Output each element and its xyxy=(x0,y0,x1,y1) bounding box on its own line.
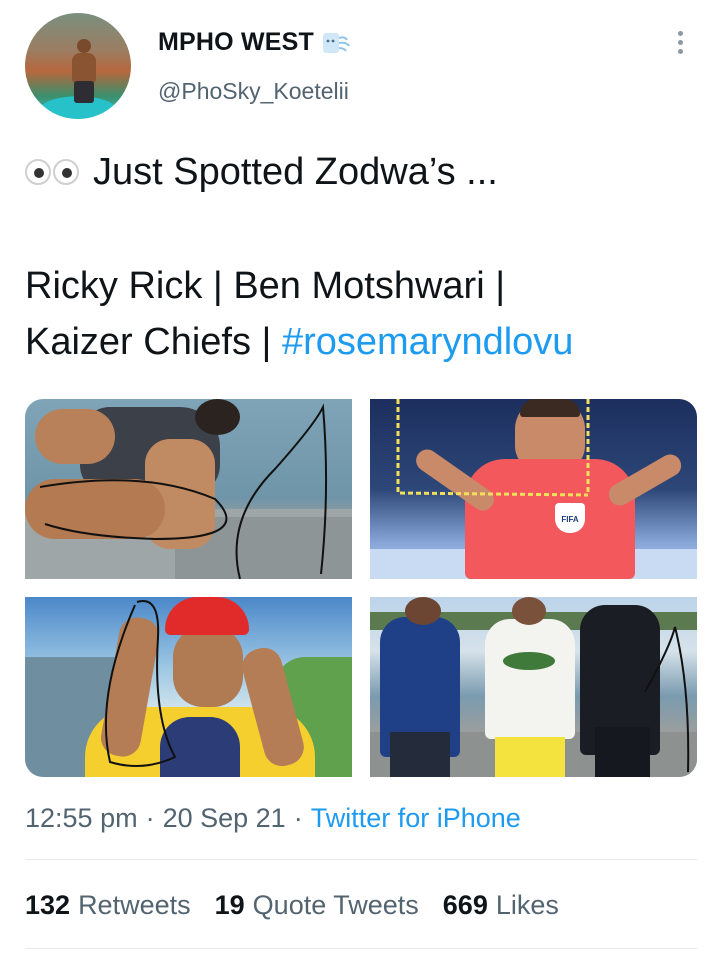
likes-count: 669 xyxy=(442,890,488,920)
quote-tweets-stat[interactable]: 19 Quote Tweets xyxy=(215,890,419,921)
tweet-stats: 132 Retweets 19 Quote Tweets 669 Likes xyxy=(25,890,559,921)
author-display-name[interactable]: MPHO WEST xyxy=(158,28,314,57)
tweet-text-line-3: Kaizer Chiefs | #rosemaryndlovu xyxy=(25,318,573,366)
photo-man-red-cap-yellow-shirt[interactable] xyxy=(25,597,352,777)
retweets-count: 132 xyxy=(25,890,71,920)
quotes-count: 19 xyxy=(214,890,245,920)
photo-person-leaning-over-water[interactable] xyxy=(25,399,352,579)
likes-label: Likes xyxy=(495,890,559,920)
tweet-time[interactable]: 12:55 pm xyxy=(25,803,138,834)
avatar[interactable] xyxy=(25,13,131,119)
more-options-icon[interactable] xyxy=(672,28,688,64)
retweets-stat[interactable]: 132 Retweets xyxy=(25,890,191,921)
author-handle[interactable]: @PhoSky_Koetelii xyxy=(158,78,349,105)
photo-three-men-by-lake[interactable] xyxy=(370,597,697,777)
divider xyxy=(25,948,697,949)
tweet-text-line-1: Just Spotted Zodwa’s ... xyxy=(25,148,498,196)
eyes-icon xyxy=(25,159,79,185)
retweets-label: Retweets xyxy=(78,890,191,920)
author-name-row[interactable]: MPHO WEST xyxy=(158,28,352,57)
likes-stat[interactable]: 669 Likes xyxy=(443,890,559,921)
tweet-text-line-2: Ricky Rick | Ben Motshwari | xyxy=(25,265,506,307)
quotes-label: Quote Tweets xyxy=(252,890,419,920)
hashtag-link[interactable]: #rosemaryndlovu xyxy=(282,321,573,363)
tweet-source-link[interactable]: Twitter for iPhone xyxy=(311,803,521,834)
media-grid: FIFA xyxy=(25,399,697,777)
tweet-text-spotted: Just Spotted Zodwa’s ... xyxy=(93,151,498,193)
meta-separator: · xyxy=(145,803,155,833)
divider xyxy=(25,859,697,860)
tweet-meta: 12:55 pm · 20 Sep 21 · Twitter for iPhon… xyxy=(25,803,521,834)
tweet-text-kaizer: Kaizer Chiefs | xyxy=(25,321,282,363)
tweet-date[interactable]: 20 Sep 21 xyxy=(163,803,286,834)
photo-referee-fifa[interactable]: FIFA xyxy=(370,399,697,579)
wind-face-icon xyxy=(322,32,350,53)
meta-separator: · xyxy=(293,803,303,833)
